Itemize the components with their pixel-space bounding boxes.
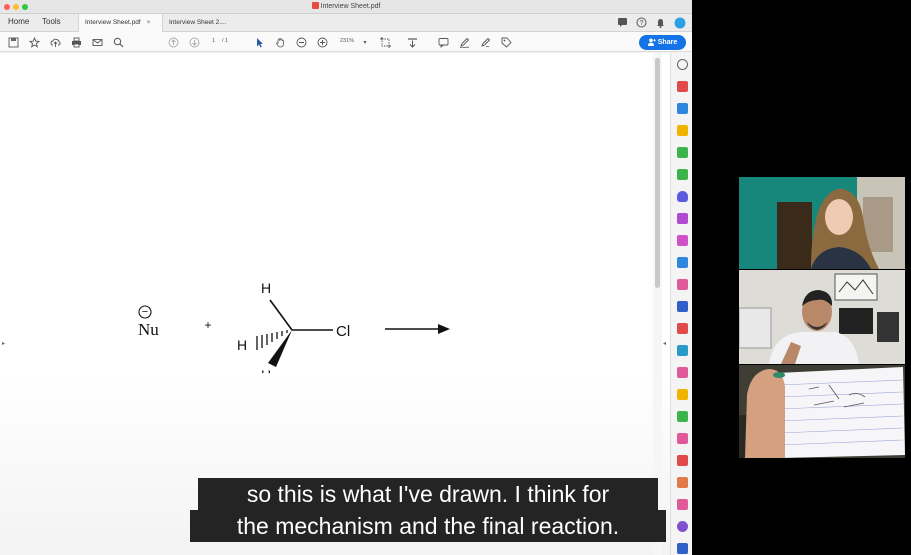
participant-1-image xyxy=(739,177,905,269)
optimize-pdf-icon[interactable] xyxy=(677,455,688,466)
left-pane-toggle-icon[interactable]: ▸ xyxy=(2,340,5,347)
comment-tool-icon[interactable] xyxy=(677,125,688,136)
tools-pane xyxy=(670,53,692,555)
right-pane-toggle-icon[interactable]: ◂ xyxy=(663,340,666,347)
participant-video-3 xyxy=(739,365,905,458)
participant-video-2 xyxy=(739,270,905,364)
share-person-icon xyxy=(647,38,656,48)
page-total: / 1 xyxy=(222,38,229,44)
pdf-viewer-window: Interview Sheet.pdf Home Tools Interview… xyxy=(0,0,692,555)
compare-files-icon[interactable] xyxy=(677,301,688,312)
hand-tool-icon[interactable] xyxy=(273,35,287,49)
stamp-tag-icon[interactable] xyxy=(499,35,513,49)
document-tab-active[interactable]: Interview Sheet.pdf × xyxy=(78,14,162,32)
zoom-dropdown-chevron-icon[interactable]: ▾ xyxy=(358,35,372,49)
zoom-in-icon[interactable] xyxy=(315,35,329,49)
document-tab-label: Interview Sheet 2.... xyxy=(169,19,227,26)
accessibility-icon[interactable] xyxy=(677,499,688,510)
scroll-mode-icon[interactable] xyxy=(405,35,419,49)
window-title: Interview Sheet.pdf xyxy=(0,2,692,10)
document-tab[interactable]: Interview Sheet 2.... xyxy=(162,14,242,32)
bond-c-h-top xyxy=(269,299,293,331)
search-zoom-icon[interactable] xyxy=(111,35,125,49)
zoom-level-select[interactable]: 231% xyxy=(340,38,354,44)
caption-line-2: the mechanism and the final reaction. xyxy=(190,510,666,542)
tools-tab[interactable]: Tools xyxy=(42,17,61,26)
share-label: Share xyxy=(657,39,678,46)
participant-3-image xyxy=(739,365,905,458)
zoom-tool-icon[interactable] xyxy=(677,59,688,70)
plus-sign: + xyxy=(204,318,211,332)
send-track-icon[interactable] xyxy=(677,257,688,268)
save-icon[interactable] xyxy=(6,35,20,49)
comment-icon[interactable] xyxy=(436,35,450,49)
hydrogen-left-label: H xyxy=(237,337,247,353)
hydrogen-top-label: H xyxy=(261,280,271,296)
svg-text:?: ? xyxy=(640,20,644,27)
toolbar: 1 / 1 231% ▾ Share xyxy=(0,32,692,52)
redact-icon[interactable] xyxy=(677,279,688,290)
next-page-icon[interactable] xyxy=(187,35,201,49)
highlight-pen-icon[interactable] xyxy=(457,35,471,49)
stamp-tool-icon[interactable] xyxy=(677,389,688,400)
email-icon[interactable] xyxy=(90,35,104,49)
tab-bar: Home Tools Interview Sheet.pdf × Intervie… xyxy=(0,14,692,32)
chlorine-label: Cl xyxy=(336,323,350,340)
user-avatar-icon[interactable] xyxy=(673,16,686,29)
pdf-file-icon xyxy=(311,2,319,9)
select-cursor-icon[interactable] xyxy=(252,35,266,49)
create-pdf-icon[interactable] xyxy=(677,81,688,92)
sign-icon[interactable] xyxy=(478,35,492,49)
participant-video-1 xyxy=(739,177,905,269)
upload-cloud-icon[interactable] xyxy=(48,35,62,49)
notifications-bell-icon[interactable] xyxy=(654,16,667,29)
bookmark-star-icon[interactable] xyxy=(27,35,41,49)
export-pdf-icon[interactable] xyxy=(677,103,688,114)
fit-page-icon[interactable] xyxy=(378,35,392,49)
home-tab[interactable]: Home xyxy=(8,17,29,26)
organize-pages-icon[interactable] xyxy=(677,147,688,158)
rich-media-icon[interactable] xyxy=(677,323,688,334)
more-tools-icon[interactable] xyxy=(677,543,688,554)
reaction-arrow-head xyxy=(438,324,450,334)
prepare-form-icon[interactable] xyxy=(677,235,688,246)
certificates-icon[interactable] xyxy=(677,521,688,532)
zoom-out-icon[interactable] xyxy=(294,35,308,49)
negative-charge-sign: − xyxy=(142,306,148,318)
print-icon[interactable] xyxy=(69,35,83,49)
close-tab-icon[interactable]: × xyxy=(147,19,151,26)
tab-bar-icons: ? xyxy=(616,16,686,29)
measure-icon[interactable] xyxy=(677,433,688,444)
page-number-input[interactable]: 1 xyxy=(212,38,215,44)
previous-page-icon[interactable] xyxy=(166,35,180,49)
nucleophile-label: Nu xyxy=(138,320,159,339)
protect-shield-icon[interactable] xyxy=(677,191,688,202)
caption-line-1: so this is what I've drawn. I think for xyxy=(198,478,658,510)
combine-files-icon[interactable] xyxy=(677,367,688,378)
comments-icon[interactable] xyxy=(616,16,629,29)
scrollbar-thumb[interactable] xyxy=(655,58,660,288)
print-production-icon[interactable] xyxy=(677,169,688,180)
participant-2-image xyxy=(739,270,905,364)
share-button[interactable]: Share xyxy=(639,35,686,50)
title-bar: Interview Sheet.pdf xyxy=(0,0,692,14)
scan-ocr-icon[interactable] xyxy=(677,345,688,356)
fill-sign-icon[interactable] xyxy=(677,213,688,224)
document-tab-label: Interview Sheet.pdf xyxy=(85,19,141,26)
edit-pdf-icon[interactable] xyxy=(677,477,688,488)
help-icon[interactable]: ? xyxy=(635,16,648,29)
action-wizard-icon[interactable] xyxy=(677,411,688,422)
